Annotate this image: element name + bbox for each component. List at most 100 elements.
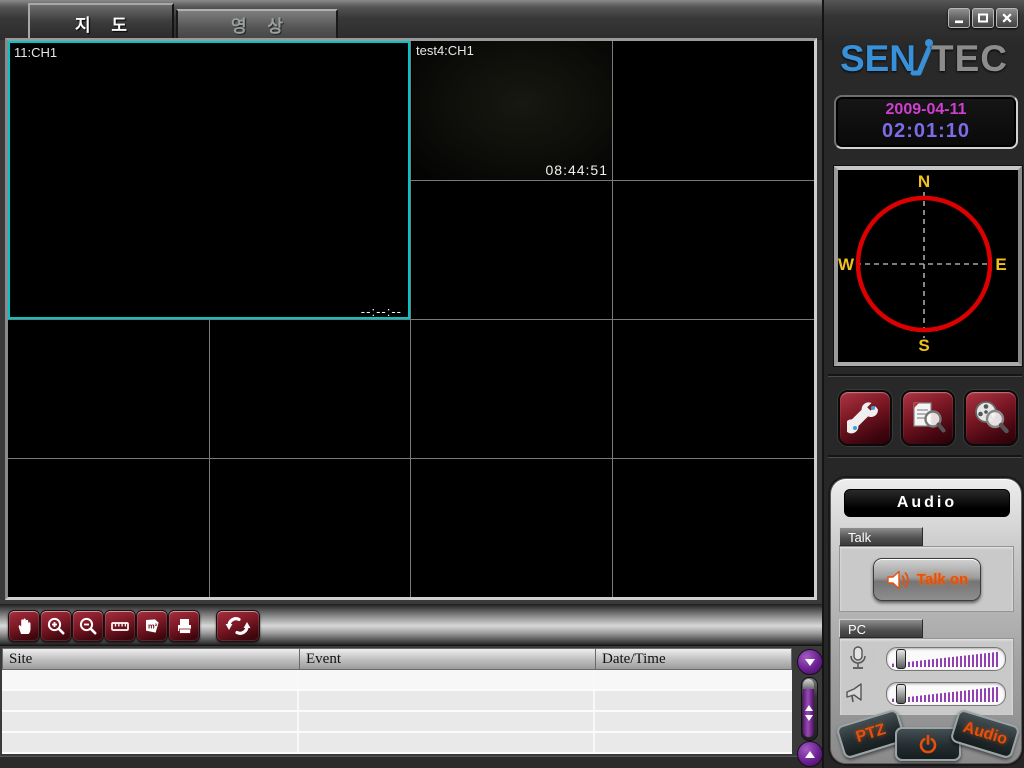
video-grid: test4:CH1 08:44:51 11:CH1 --:--:-- <box>5 38 817 600</box>
sidebar: SEN TEC 2009-04-11 02:01:10 N S W E <box>822 0 1024 768</box>
table-cell <box>595 733 790 752</box>
printer-icon <box>174 616 194 636</box>
column-datetime[interactable]: Date/Time <box>596 649 791 669</box>
table-cell <box>595 712 790 731</box>
talk-section: Talk on <box>839 546 1014 612</box>
column-datetime-label: Date/Time <box>602 651 666 668</box>
datetime-display: 2009-04-11 02:01:10 <box>834 95 1018 149</box>
scroll-down-button[interactable] <box>797 649 823 675</box>
area-m2-icon: m² <box>142 616 162 636</box>
table-row[interactable] <box>2 691 792 712</box>
loudspeaker-icon <box>844 680 878 708</box>
channel-label: test4:CH1 <box>412 41 478 60</box>
table-cell <box>299 670 595 689</box>
refresh-button[interactable] <box>216 610 260 642</box>
tab-map-label: 지 도 <box>67 11 135 36</box>
table-row[interactable] <box>2 670 792 691</box>
mic-volume-row <box>844 644 1006 674</box>
zoom-in-button[interactable] <box>40 610 72 642</box>
video-cell-test4[interactable]: test4:CH1 08:44:51 <box>412 41 612 180</box>
scrollbar-track[interactable] <box>801 677 818 741</box>
table-cell <box>299 733 595 752</box>
event-table: Site Event Date/Time <box>2 648 792 754</box>
volume-level-bars <box>892 651 1000 667</box>
column-site[interactable]: Site <box>3 649 300 669</box>
grid-line <box>8 458 814 459</box>
zoom-in-icon <box>46 616 66 636</box>
log-search-button[interactable] <box>901 390 955 446</box>
table-cell <box>2 733 299 752</box>
mic-volume-slider[interactable] <box>886 647 1006 671</box>
channel-label: 11:CH1 <box>10 43 61 62</box>
table-cell <box>2 691 299 710</box>
slider-thumb[interactable] <box>896 684 906 704</box>
arrow-up-icon <box>805 705 813 711</box>
ptz-label: PTZ <box>854 721 888 747</box>
talk-label: Talk <box>839 527 923 546</box>
tab-map[interactable]: 지 도 <box>28 3 174 42</box>
video-timestamp: --:--:-- <box>361 304 402 319</box>
table-header: Site Event Date/Time <box>2 648 792 670</box>
volume-level-bars <box>892 686 1000 702</box>
arrow-up-icon <box>805 751 815 758</box>
video-search-button[interactable] <box>964 390 1018 446</box>
column-site-label: Site <box>9 651 32 668</box>
scroll-up-button[interactable] <box>797 741 823 767</box>
column-event[interactable]: Event <box>300 649 596 669</box>
divider <box>828 455 1022 458</box>
wrench-icon <box>847 400 883 436</box>
scrollbar-thumb-cap <box>803 679 814 689</box>
settings-button[interactable] <box>838 390 892 446</box>
date-text: 2009-04-11 <box>886 101 967 119</box>
speaker-volume-slider[interactable] <box>886 682 1006 706</box>
table-cell <box>2 712 299 731</box>
grid-line <box>8 319 814 320</box>
scrollbar-thumb[interactable] <box>803 679 814 737</box>
close-icon <box>1000 11 1014 25</box>
table-cell <box>2 670 299 689</box>
sentec-logo: SEN TEC <box>824 34 1024 84</box>
arrow-down-icon <box>805 715 813 721</box>
table-cell <box>299 712 595 731</box>
table-row[interactable] <box>2 733 792 754</box>
logo-tec: TEC <box>931 38 1008 80</box>
film-search-icon <box>973 400 1009 436</box>
speaker-icon <box>886 568 912 592</box>
audio-panel-title: Audio <box>844 489 1010 517</box>
talk-on-label: Talk on <box>917 571 968 588</box>
video-cell-main-selected[interactable]: 11:CH1 --:--:-- <box>8 41 410 319</box>
slider-thumb[interactable] <box>896 649 906 669</box>
print-button[interactable] <box>168 610 200 642</box>
speaker-volume-row <box>844 679 1006 709</box>
table-cell <box>299 691 595 710</box>
compass-west: W <box>838 255 855 274</box>
zoom-out-icon <box>78 616 98 636</box>
bottom-strip <box>0 756 822 768</box>
minimize-icon <box>952 11 966 25</box>
column-event-label: Event <box>306 651 341 668</box>
maximize-icon <box>976 11 990 25</box>
tab-video-label: 영 상 <box>223 12 291 37</box>
hand-icon <box>14 616 34 636</box>
measure-area-button[interactable]: m² <box>136 610 168 642</box>
microphone-icon <box>844 645 878 673</box>
maximize-button[interactable] <box>972 8 994 28</box>
measure-distance-button[interactable] <box>104 610 136 642</box>
power-icon <box>918 734 938 754</box>
zoom-out-button[interactable] <box>72 610 104 642</box>
audio-nav-label: Audio <box>961 719 1010 749</box>
table-row[interactable] <box>2 712 792 733</box>
minimize-button[interactable] <box>948 8 970 28</box>
ruler-icon <box>110 616 130 636</box>
compass-south: S <box>918 336 929 354</box>
arrow-down-icon <box>805 659 815 666</box>
compass-east: E <box>995 255 1006 274</box>
compass[interactable]: N S W E <box>834 166 1022 366</box>
close-button[interactable] <box>996 8 1018 28</box>
pan-button[interactable] <box>8 610 40 642</box>
time-text: 02:01:10 <box>882 120 970 143</box>
talk-on-button[interactable]: Talk on <box>873 558 981 601</box>
tab-video[interactable]: 영 상 <box>176 9 338 38</box>
app-window: 지 도 영 상 test4:CH1 08:44:51 11:CH1 --:--:… <box>0 0 1024 768</box>
audio-panel: Audio Talk Talk on PC <box>830 478 1022 764</box>
